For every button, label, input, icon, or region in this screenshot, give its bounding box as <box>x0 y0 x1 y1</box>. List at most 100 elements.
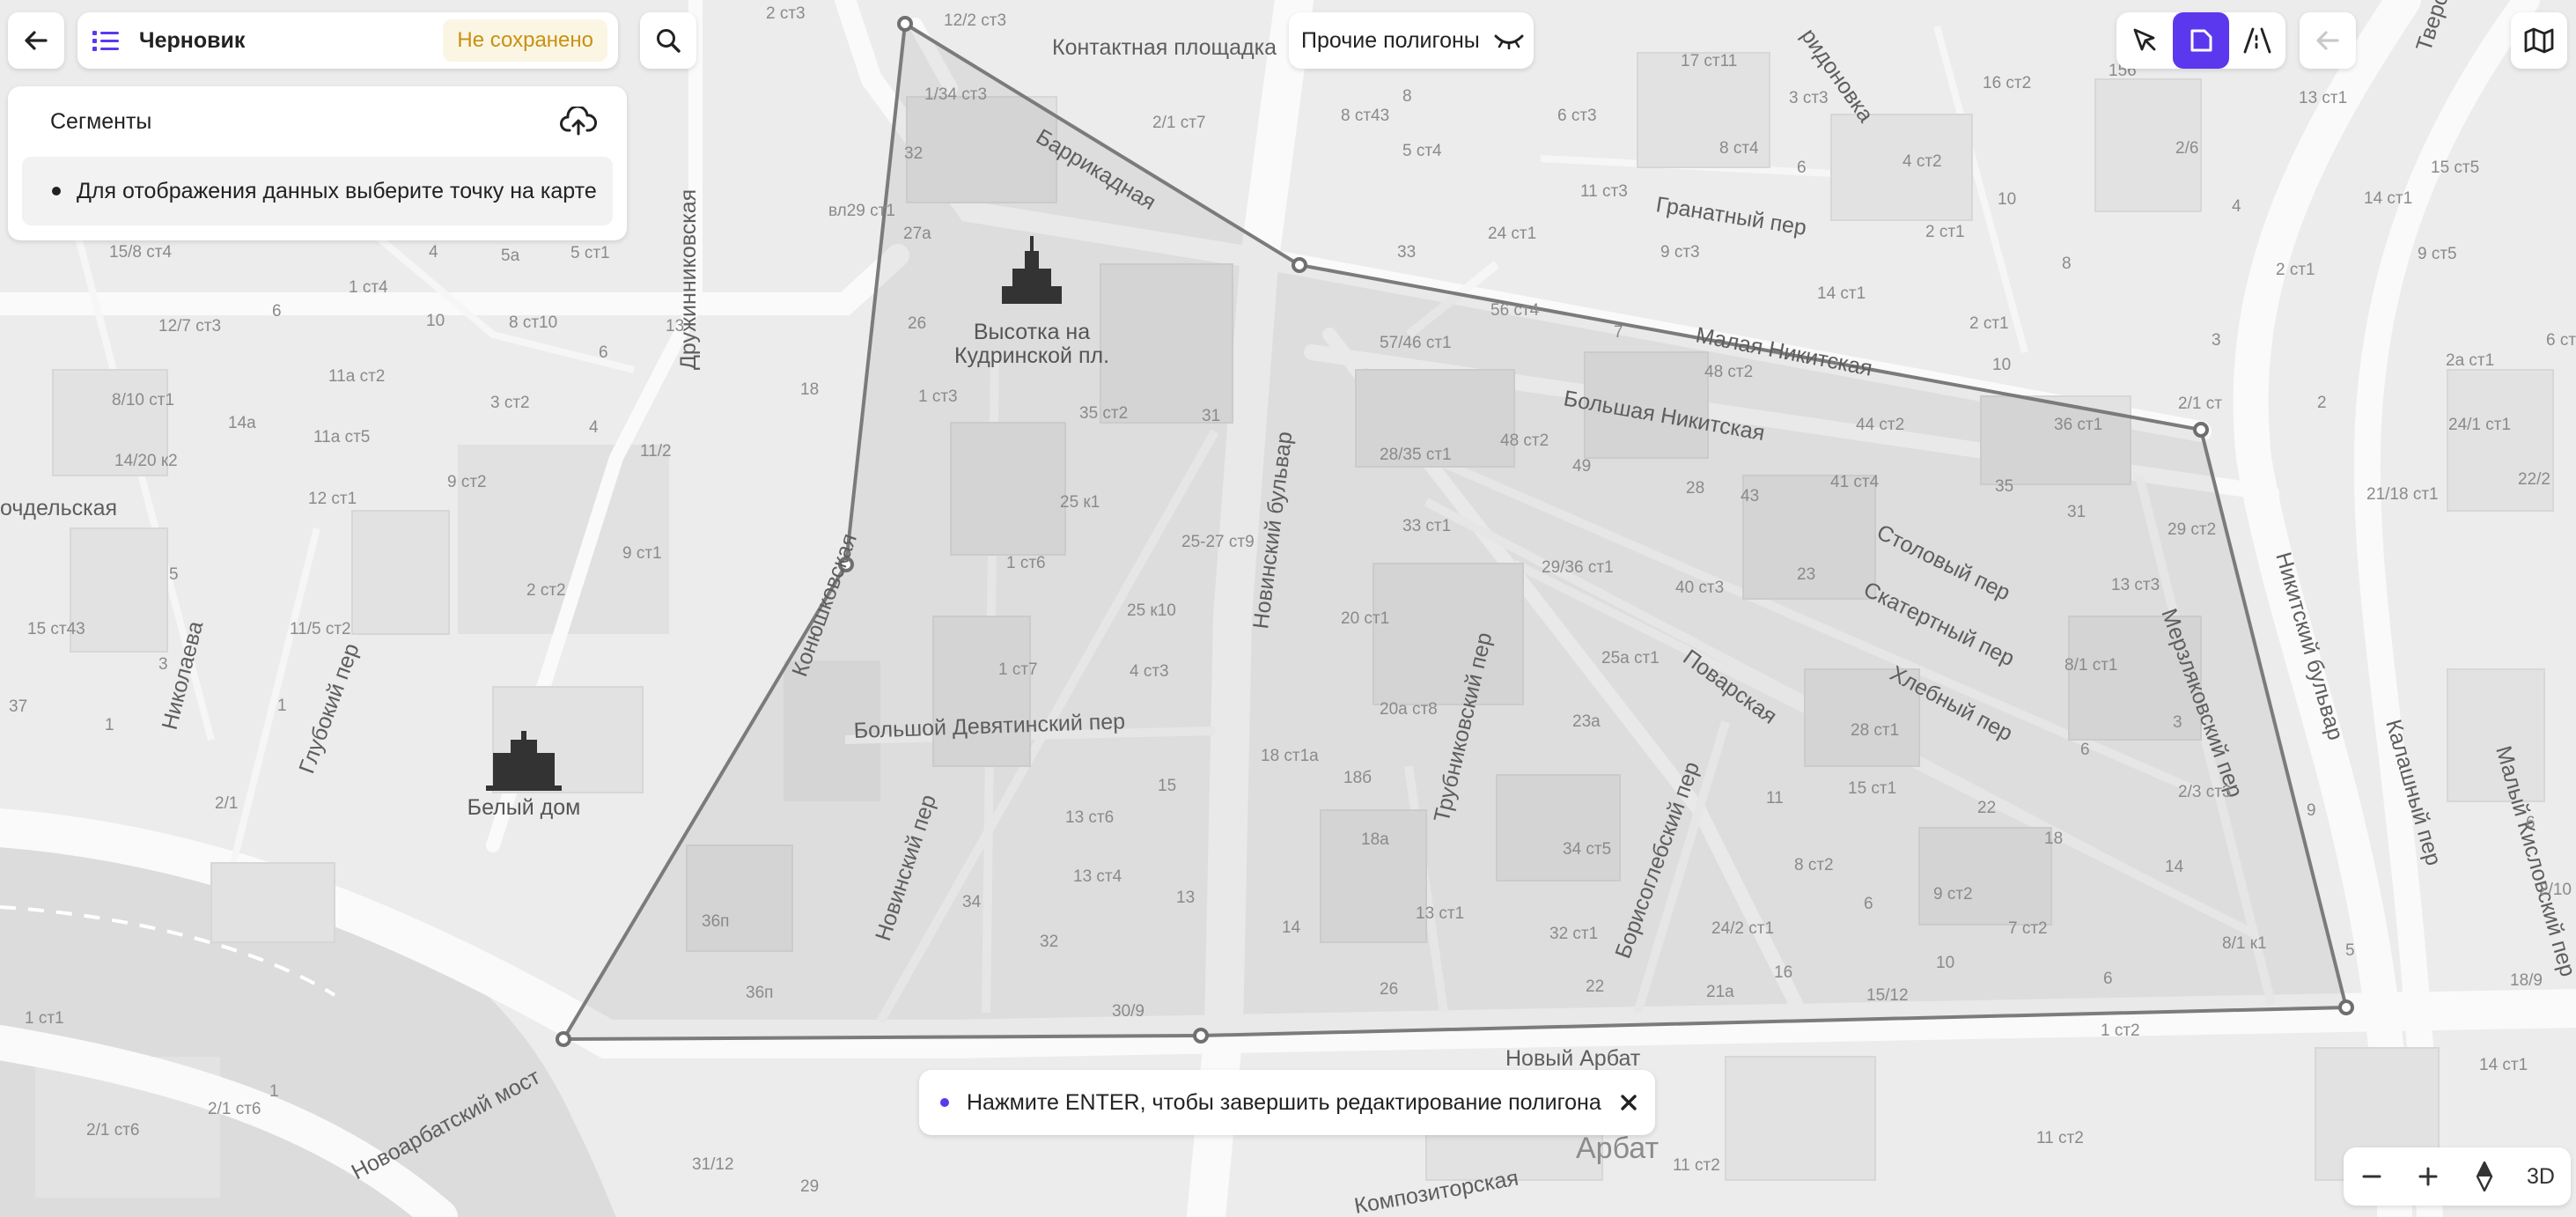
house-number: 1 ст1 <box>25 1009 64 1028</box>
house-number: 32 ст1 <box>1549 925 1598 943</box>
house-number: 15 <box>1158 777 1176 795</box>
house-number: 2/1 <box>215 794 238 813</box>
map-icon <box>2524 27 2554 54</box>
house-number: 56 ст4 <box>1490 301 1540 320</box>
house-number: 27а <box>903 225 931 243</box>
arrow-left-icon <box>2316 31 2339 50</box>
house-number: 5 <box>169 565 179 584</box>
house-number: 1 <box>277 697 287 715</box>
house-number: 57/46 ст1 <box>1380 334 1452 352</box>
house-number: 6 <box>599 343 608 362</box>
house-number: 20 ст1 <box>1341 609 1389 628</box>
house-number: 15 ст43 <box>27 620 85 638</box>
house-number: 10 <box>1998 190 2016 209</box>
house-number: 3 <box>2173 713 2182 732</box>
house-number: 13 <box>666 317 684 336</box>
map-layers-button[interactable] <box>2511 12 2567 69</box>
house-number: 1 ст4 <box>349 278 388 297</box>
house-number: 2/3 ст3 <box>2178 783 2231 801</box>
house-number: 9 ст2 <box>1933 885 1973 904</box>
undo-button[interactable] <box>2300 12 2356 69</box>
house-number: 10 <box>426 312 445 330</box>
search-button[interactable] <box>640 12 696 69</box>
house-number: 2/6 <box>2175 139 2198 158</box>
house-number: 36 ст1 <box>2054 416 2102 434</box>
zoom-out-button[interactable] <box>2344 1147 2400 1206</box>
house-number: 17 ст11 <box>1681 52 1737 70</box>
house-number: 13 ст6 <box>1065 808 1114 827</box>
house-number: 11/5 ст2 <box>290 620 351 638</box>
house-number: 6 <box>1797 159 1807 177</box>
house-number: 10 <box>1936 954 1954 972</box>
draft-title: Черновик <box>139 27 246 53</box>
poi-label: Белый дом <box>467 795 581 820</box>
house-number: 8 ст10 <box>509 313 557 332</box>
house-number: 25-27 ст9 <box>1181 533 1255 551</box>
house-number: 9 <box>2307 801 2316 820</box>
select-tool-button[interactable] <box>2116 12 2173 69</box>
house-number: 2/1 ст6 <box>208 1100 261 1118</box>
house-number: 4 ст2 <box>1903 152 1942 171</box>
house-number: 6 <box>2080 741 2090 759</box>
house-number: 1 <box>105 716 114 734</box>
house-number: 3 ст2 <box>490 394 530 412</box>
house-number: 13 ст4 <box>1073 867 1122 886</box>
house-number: 2 ст1 <box>2276 261 2315 279</box>
toggle-3d-button[interactable]: 3D <box>2513 1147 2569 1206</box>
house-number: 6 ст2 <box>2546 331 2576 350</box>
house-number: 9 ст1 <box>622 544 662 563</box>
house-number: 24 ст1 <box>1488 225 1536 243</box>
segments-hint: Для отображения данных выберите точку на… <box>77 178 597 203</box>
compass-icon <box>2476 1162 2493 1191</box>
close-icon <box>1621 1095 1637 1110</box>
other-polygons-toggle[interactable]: Прочие полигоны <box>1289 12 1534 69</box>
plus-icon <box>2418 1167 2438 1186</box>
arrow-left-icon <box>25 31 48 50</box>
bullet-icon <box>940 1098 949 1107</box>
house-number: 5 <box>2345 941 2355 960</box>
compass-button[interactable] <box>2456 1147 2513 1206</box>
house-number: 36п <box>702 912 729 931</box>
zoom-in-button[interactable] <box>2400 1147 2456 1206</box>
house-number: 21а <box>1706 983 1734 1001</box>
back-button[interactable] <box>8 12 64 69</box>
house-number: 12/7 ст3 <box>158 317 221 336</box>
house-number: 24/1 ст1 <box>2448 416 2511 434</box>
bullet-icon <box>52 187 61 195</box>
house-number: 3 ст3 <box>1789 89 1829 107</box>
house-number: 33 <box>1397 243 1416 262</box>
house-number: 21/18 ст1 <box>2366 485 2439 504</box>
house-number: 10 <box>1992 356 2011 374</box>
house-number: 7 ст2 <box>2008 919 2048 938</box>
list-button[interactable] <box>77 12 134 69</box>
house-number: 11а ст5 <box>313 428 370 446</box>
house-number: 11 ст2 <box>2036 1129 2084 1147</box>
house-number: 2а ст1 <box>2446 351 2494 370</box>
house-number: 3 <box>2212 331 2221 350</box>
house-number: 22 <box>1586 977 1604 996</box>
house-number: 34 <box>962 893 982 911</box>
house-number: 11/2 <box>640 442 672 461</box>
house-number: 2 ст1 <box>1925 223 1965 241</box>
house-number: 13 ст1 <box>2299 89 2347 107</box>
other-polygons-label: Прочие полигоны <box>1301 27 1480 53</box>
house-number: 29/36 ст1 <box>1542 558 1614 577</box>
house-number: 2 ст2 <box>526 581 566 600</box>
house-number: 9 ст3 <box>1660 243 1700 262</box>
house-number: 4 ст3 <box>1130 662 1169 681</box>
zoom-controls: 3D <box>2344 1147 2571 1206</box>
street-label: Дружинниковская <box>676 189 701 370</box>
house-number: 43 <box>1741 487 1759 505</box>
polygon-tool-button[interactable] <box>2173 12 2229 69</box>
cloud-upload-icon[interactable] <box>560 107 597 136</box>
house-number: 6 <box>272 302 282 321</box>
line-tool-button[interactable] <box>2229 12 2285 69</box>
house-number: 14а <box>228 414 256 432</box>
list-icon <box>92 31 119 51</box>
house-number: 25а ст1 <box>1601 649 1660 668</box>
house-number: 9 ст2 <box>447 473 487 491</box>
cursor-icon <box>2133 28 2156 51</box>
house-number: 2 ст3 <box>766 4 806 23</box>
search-icon <box>657 29 681 53</box>
close-toast-button[interactable] <box>1602 1076 1655 1129</box>
